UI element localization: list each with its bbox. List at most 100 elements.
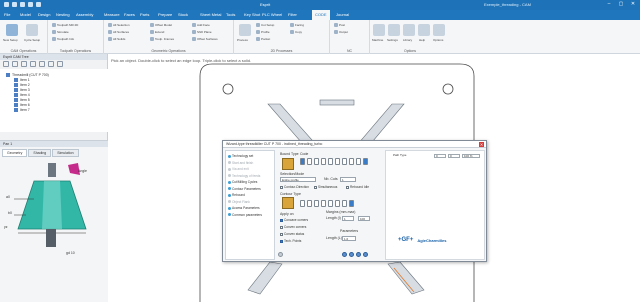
undo-icon[interactable] (12, 2, 17, 7)
options-icon[interactable] (433, 24, 445, 36)
dialog-nav-item[interactable]: Rebound (228, 193, 245, 197)
length-input[interactable]: 1 (342, 216, 354, 221)
bound-option[interactable] (314, 158, 319, 165)
help-icon[interactable] (418, 24, 430, 36)
pin-icon[interactable] (57, 61, 63, 67)
ribbon-btn-3[interactable]: Offset Model (150, 23, 172, 27)
menu-tab-journal[interactable]: Journal (336, 12, 349, 17)
check-rebound-idle[interactable]: Rebound Idle (346, 185, 369, 189)
process-button[interactable]: Process (237, 38, 248, 42)
tree-item[interactable]: Item 2 (14, 83, 30, 87)
ribbon-btn-6[interactable]: Add Face (192, 23, 210, 27)
menu-tab-prepare[interactable]: Prepare (158, 12, 172, 17)
right-field-3[interactable]: 100 % (462, 154, 480, 158)
cycle-setup-icon[interactable] (26, 24, 38, 36)
ribbon-btn-4[interactable]: Extend (150, 30, 164, 34)
collapse-icon[interactable] (30, 61, 36, 67)
selection-mode-select[interactable]: Entire profile (280, 177, 316, 182)
apply-icon[interactable] (349, 252, 354, 257)
bound-option[interactable] (342, 158, 347, 165)
menu-tab-faces[interactable]: Faces (124, 12, 135, 17)
ribbon-btn-profile[interactable]: Profile (256, 30, 270, 34)
close-window-icon[interactable]: ✕ (630, 2, 636, 7)
dialog-nav-item[interactable]: Cut/Milling Cycles (228, 180, 257, 184)
menu-tab-filter[interactable]: Filter (288, 12, 297, 17)
menu-tab-design[interactable]: Design (38, 12, 50, 17)
machine-button[interactable]: Machine (372, 38, 383, 42)
bound-option[interactable] (328, 158, 333, 165)
tree-item[interactable]: Item 4 (14, 93, 30, 97)
option-concave-corners[interactable]: Concave corners (280, 218, 308, 222)
menu-tab-model[interactable]: Model (20, 12, 31, 17)
ribbon-btn-5[interactable]: Toolp. Frames (150, 37, 174, 41)
help-icon[interactable] (278, 252, 283, 257)
ribbon-btn-7[interactable]: Shift Plane (192, 30, 212, 34)
filter-icon[interactable] (3, 61, 9, 67)
menu-tab-plc-wheel[interactable]: PLC Wheel (262, 12, 282, 17)
print-icon[interactable] (28, 2, 33, 7)
tree-item[interactable]: Item 7 (14, 108, 30, 112)
ribbon-btn-2[interactable]: All Solids (108, 37, 125, 41)
menu-tab-measure[interactable]: Measure (104, 12, 120, 17)
right-field-1[interactable]: 0 (434, 154, 446, 158)
tree-item[interactable]: Item 3 (14, 88, 30, 92)
tab-shading[interactable]: Shading (28, 149, 52, 157)
minimize-icon[interactable]: – (606, 2, 612, 7)
contour-option[interactable] (335, 200, 340, 207)
reset-icon[interactable] (363, 252, 368, 257)
help-button[interactable]: Help (419, 38, 425, 42)
menu-tab-stock[interactable]: Stock (178, 12, 188, 17)
expand-icon[interactable] (21, 61, 27, 67)
redo-icon[interactable] (20, 2, 25, 7)
contour-option[interactable] (349, 200, 354, 207)
save-icon[interactable] (4, 2, 9, 7)
contour-option[interactable] (307, 200, 312, 207)
contour-type-icon[interactable] (282, 197, 294, 209)
right-field-2[interactable]: 0 (448, 154, 460, 158)
toolpath-mill-button[interactable]: Toolpath Mill 2D (52, 23, 78, 27)
menu-tab-sheet-metal[interactable]: Sheet Metal (200, 12, 221, 17)
simulate-button[interactable]: Simulate (52, 30, 69, 34)
option-tech-points[interactable]: Tech. Points (280, 239, 301, 243)
bound-option[interactable] (363, 158, 368, 165)
settings-button[interactable]: Settings (387, 38, 398, 42)
settings-icon[interactable] (388, 24, 400, 36)
ribbon-btn-1[interactable]: All Surfaces (108, 30, 129, 34)
new-setup-icon[interactable] (6, 24, 18, 36)
library-icon[interactable] (403, 24, 415, 36)
dialog-nav-item[interactable]: Via and exit (228, 167, 249, 171)
library-button[interactable]: Library (403, 38, 412, 42)
tab-simulation[interactable]: Simulation (52, 149, 79, 157)
post-button[interactable]: Post (334, 23, 345, 27)
menu-tab-nesting[interactable]: Nesting (56, 12, 70, 17)
ribbon-btn-facing[interactable]: Facing (290, 23, 304, 27)
dialog-close-button[interactable]: ✕ (479, 142, 484, 147)
dialog-nav-item[interactable]: Access Parameters (228, 206, 260, 210)
folder-icon[interactable] (12, 61, 18, 67)
customize-icon[interactable] (36, 2, 41, 7)
option-convex-corners[interactable]: Convex corners (280, 225, 306, 229)
refresh-icon[interactable] (39, 61, 45, 67)
tree-item[interactable]: Item 5 (14, 98, 30, 102)
tab-geometry[interactable]: Geometry (2, 149, 28, 157)
length-max-input[interactable]: 100 (358, 216, 370, 221)
ok-icon[interactable] (342, 252, 347, 257)
menu-tab-parts[interactable]: Parts (140, 12, 149, 17)
ribbon-btn-cut[interactable]: Cut Setup (256, 23, 274, 27)
ribbon-btn-8[interactable]: Offset Surfaces (192, 37, 218, 41)
dialog-nav-item[interactable]: Common parameters (228, 213, 262, 217)
output-button[interactable]: Output (334, 30, 348, 34)
options-button[interactable]: Options (433, 38, 443, 42)
dialog-nav-item[interactable]: Technology of feeds (228, 174, 260, 178)
process-icon[interactable] (239, 24, 251, 36)
bound-option[interactable] (349, 158, 354, 165)
nb-cuts-input[interactable]: 1 (340, 177, 356, 182)
cancel-icon[interactable] (356, 252, 361, 257)
bound-option[interactable] (300, 158, 305, 165)
menu-tab-key-shot[interactable]: Key Shot (244, 12, 260, 17)
param-field-input[interactable]: 1.0 (342, 236, 356, 241)
check-contour-direction[interactable]: Contour-Direction (280, 185, 309, 189)
bound-option[interactable] (321, 158, 326, 165)
cycle-setup-button[interactable]: Cycle Setup (24, 38, 40, 42)
menu-tab-assembly[interactable]: Assembly (76, 12, 93, 17)
